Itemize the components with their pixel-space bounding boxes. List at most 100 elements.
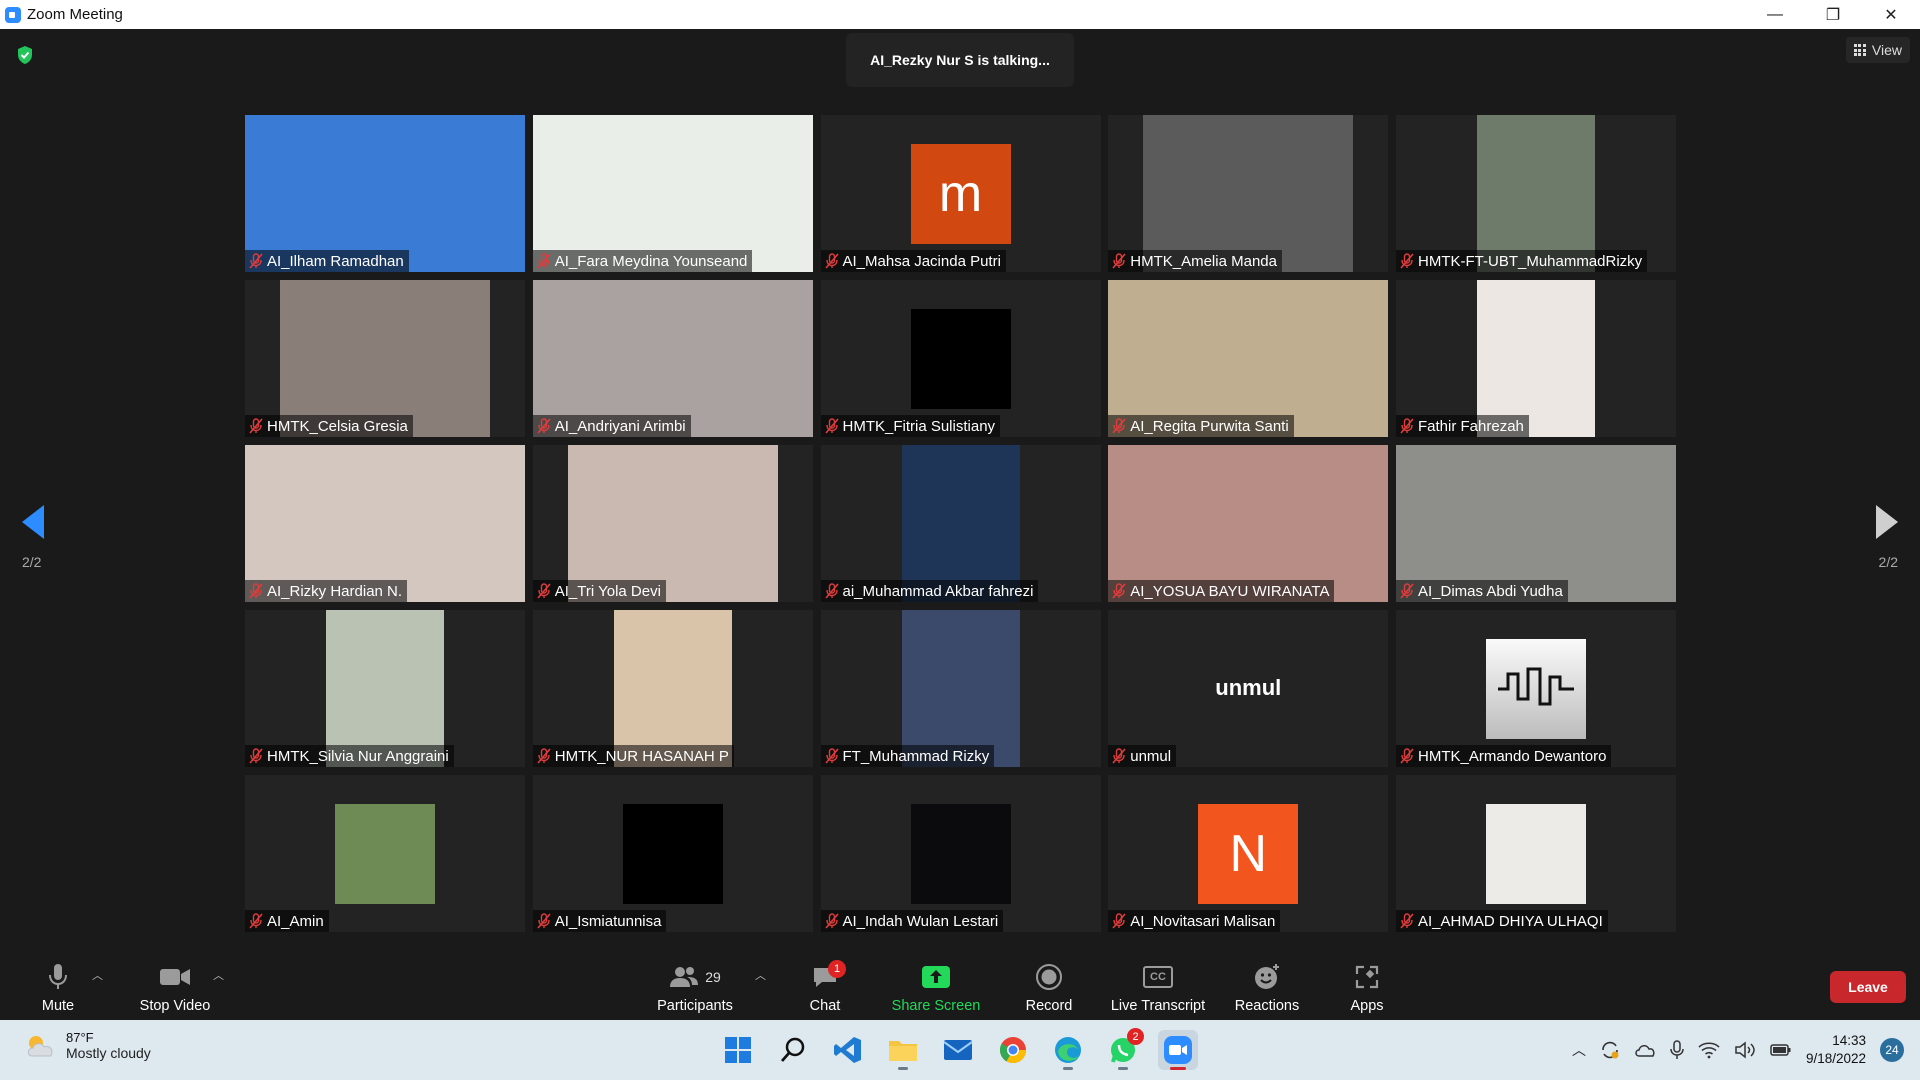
reactions-smiley-icon bbox=[1255, 964, 1279, 989]
view-button[interactable]: View bbox=[1845, 37, 1910, 63]
participant-tile[interactable]: HMTK_Fitria Sulistiany bbox=[820, 280, 1101, 437]
participant-tile[interactable]: AI_Andriyani Arimbi bbox=[532, 280, 813, 437]
leave-button[interactable]: Leave bbox=[1830, 971, 1906, 1003]
muted-microphone-icon bbox=[249, 583, 263, 599]
participant-tile[interactable]: m AI_Mahsa Jacinda Putri bbox=[820, 115, 1101, 272]
participant-name-label: AI_Mahsa Jacinda Putri bbox=[820, 250, 1006, 272]
reactions-button[interactable]: Reactions bbox=[1232, 951, 1302, 1020]
mute-button[interactable]: Mute bbox=[33, 951, 83, 1020]
participant-video-feed bbox=[326, 610, 444, 767]
volume-icon[interactable] bbox=[1734, 1041, 1756, 1059]
battery-icon[interactable] bbox=[1770, 1042, 1792, 1058]
participant-name-label: HMTK_Silvia Nur Anggraini bbox=[245, 745, 454, 767]
participant-name: AI_Andriyani Arimbi bbox=[554, 417, 686, 435]
record-icon bbox=[1036, 964, 1062, 990]
stop-video-button[interactable]: Stop Video bbox=[133, 951, 217, 1020]
participant-name-label: AI_Dimas Abdi Yudha bbox=[1396, 580, 1568, 602]
muted-microphone-icon bbox=[537, 253, 551, 269]
live-transcript-button[interactable]: CC Live Transcript bbox=[1105, 951, 1211, 1020]
participant-tile[interactable]: AI_Dimas Abdi Yudha bbox=[1396, 445, 1676, 602]
show-hidden-icons-chevron-icon[interactable]: ︿ bbox=[1572, 1040, 1586, 1060]
restore-button[interactable]: ❐ bbox=[1804, 0, 1862, 29]
video-options-caret-icon[interactable]: ︿ bbox=[213, 967, 224, 983]
participant-name: AI_Novitasari Malisan bbox=[1130, 912, 1276, 930]
minimize-button[interactable]: — bbox=[1746, 0, 1804, 29]
title-bar: Zoom Meeting — ❐ ✕ bbox=[0, 0, 1920, 29]
waveform-logo-icon bbox=[1498, 667, 1574, 706]
close-button[interactable]: ✕ bbox=[1862, 0, 1920, 29]
participant-tile[interactable]: AI_Ismiatunnisa bbox=[532, 775, 813, 932]
muted-microphone-icon bbox=[1112, 913, 1126, 929]
temperature: 87°F bbox=[66, 1030, 94, 1045]
participant-tile[interactable]: HMTK-FT-UBT_MuhammadRizky bbox=[1396, 115, 1676, 272]
participant-tile[interactable]: AI_Rizky Hardian N. bbox=[245, 445, 525, 602]
participant-tile[interactable]: AI_AHMAD DHIYA ULHAQI bbox=[1396, 775, 1676, 932]
notification-count-badge[interactable]: 24 bbox=[1880, 1038, 1904, 1062]
participant-tile[interactable]: unmul unmul bbox=[1108, 610, 1389, 767]
wifi-icon[interactable] bbox=[1698, 1041, 1720, 1059]
participant-tile[interactable]: AI_Regita Purwita Santi bbox=[1108, 280, 1389, 437]
chat-button[interactable]: 1 Chat bbox=[800, 951, 850, 1020]
participant-name-label: AI_Ismiatunnisa bbox=[532, 910, 667, 932]
participant-name: HMTK_NUR HASANAH P bbox=[554, 747, 729, 765]
taskbar-search-button[interactable] bbox=[773, 1030, 813, 1070]
apps-button[interactable]: Apps bbox=[1342, 951, 1392, 1020]
participant-tile[interactable]: AI_Tri Yola Devi bbox=[532, 445, 813, 602]
participant-name: AI_Rizky Hardian N. bbox=[267, 582, 403, 600]
participant-tile[interactable]: AI_Indah Wulan Lestari bbox=[820, 775, 1101, 932]
start-button[interactable] bbox=[718, 1030, 758, 1070]
onedrive-cloud-icon[interactable] bbox=[1634, 1042, 1656, 1058]
participant-name: AI_Tri Yola Devi bbox=[554, 582, 661, 600]
mail-taskbar-item[interactable] bbox=[938, 1030, 978, 1070]
zoom-taskbar-item[interactable] bbox=[1158, 1030, 1198, 1070]
muted-microphone-icon bbox=[1400, 418, 1414, 434]
taskbar-clock[interactable]: 14:33 9/18/2022 bbox=[1806, 1032, 1866, 1068]
participant-name-label: AI_Novitasari Malisan bbox=[1108, 910, 1281, 932]
participant-tile[interactable]: Fathir Fahrezah bbox=[1396, 280, 1676, 437]
participant-name-label: AI_Fara Meydina Younseand bbox=[532, 250, 753, 272]
search-icon bbox=[780, 1037, 805, 1062]
muted-microphone-icon bbox=[824, 253, 839, 269]
next-page-arrow-icon[interactable] bbox=[1876, 505, 1898, 539]
weather-condition: Mostly cloudy bbox=[66, 1045, 151, 1061]
microphone-tray-icon[interactable] bbox=[1670, 1040, 1684, 1060]
participant-video-feed bbox=[335, 804, 435, 904]
participant-tile[interactable]: AI_Fara Meydina Younseand bbox=[532, 115, 813, 272]
participant-tile[interactable]: HMTK_Amelia Manda bbox=[1108, 115, 1389, 272]
participant-tile[interactable]: HMTK_NUR HASANAH P bbox=[532, 610, 813, 767]
muted-microphone-icon bbox=[249, 748, 263, 764]
sync-icon[interactable] bbox=[1600, 1040, 1620, 1060]
muted-microphone-icon bbox=[1112, 253, 1126, 269]
edge-icon bbox=[1055, 1037, 1081, 1063]
participant-tile[interactable]: AI_Ilham Ramadhan bbox=[245, 115, 525, 272]
participant-tile[interactable]: AI_Amin bbox=[245, 775, 525, 932]
edge-taskbar-item[interactable] bbox=[1048, 1030, 1088, 1070]
whatsapp-taskbar-item[interactable]: 2 bbox=[1103, 1028, 1144, 1070]
vscode-taskbar-item[interactable] bbox=[828, 1030, 868, 1070]
previous-page-arrow-icon[interactable] bbox=[22, 505, 44, 539]
participant-name-label: AI_Ilham Ramadhan bbox=[245, 250, 409, 272]
encryption-shield-icon[interactable] bbox=[16, 45, 34, 65]
participants-button[interactable]: 29 Participants bbox=[651, 951, 739, 1020]
zoom-icon bbox=[1164, 1036, 1192, 1064]
participant-tile[interactable]: HMTK_Celsia Gresia bbox=[245, 280, 525, 437]
participant-tile[interactable]: HMTK_Silvia Nur Anggraini bbox=[245, 610, 525, 767]
participant-name: AI_YOSUA BAYU WIRANATA bbox=[1130, 582, 1330, 600]
page-indicator-right: 2/2 bbox=[1878, 554, 1898, 570]
participant-name: AI_Dimas Abdi Yudha bbox=[1418, 582, 1563, 600]
grid-view-icon bbox=[1853, 44, 1866, 56]
file-explorer-taskbar-item[interactable] bbox=[883, 1030, 923, 1070]
participants-options-caret-icon[interactable]: ︿ bbox=[755, 967, 766, 983]
participant-tile[interactable]: AI_YOSUA BAYU WIRANATA bbox=[1108, 445, 1389, 602]
share-screen-button[interactable]: Share Screen bbox=[887, 951, 985, 1020]
record-button[interactable]: Record bbox=[1020, 951, 1078, 1020]
audio-options-caret-icon[interactable]: ︿ bbox=[92, 967, 103, 983]
chrome-taskbar-item[interactable] bbox=[993, 1030, 1033, 1070]
participant-tile[interactable]: ai_Muhammad Akbar fahrezi bbox=[820, 445, 1101, 602]
participant-tile[interactable]: HMTK_Armando Dewantoro bbox=[1396, 610, 1676, 767]
muted-microphone-icon bbox=[824, 748, 839, 764]
participant-tile[interactable]: FT_Muhammad Rizky bbox=[820, 610, 1101, 767]
weather-widget[interactable]: 87°F Mostly cloudy bbox=[24, 1030, 151, 1061]
participant-video-feed bbox=[245, 115, 525, 272]
participant-tile[interactable]: N AI_Novitasari Malisan bbox=[1108, 775, 1389, 932]
